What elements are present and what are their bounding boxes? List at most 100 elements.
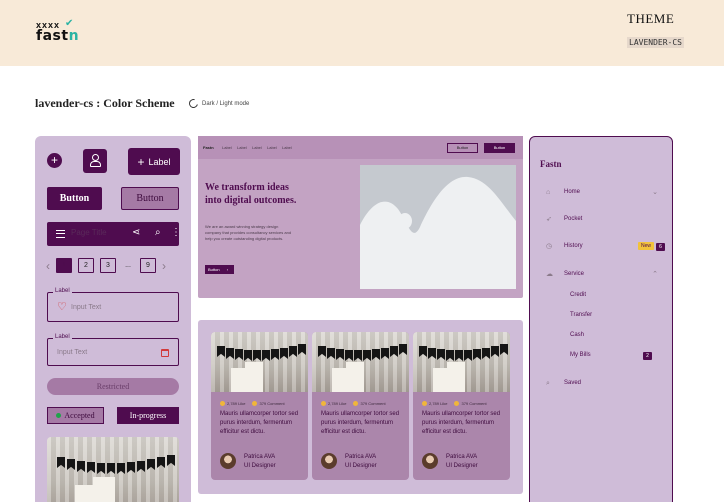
comment-icon[interactable] bbox=[353, 401, 359, 407]
sidebar-item-history[interactable]: ◷ History New 6 bbox=[546, 241, 665, 253]
like-icon[interactable] bbox=[422, 401, 427, 407]
secondary-button[interactable]: Button bbox=[121, 187, 179, 210]
card-text: Mauris ullamcorper tortor sed purus inte… bbox=[422, 411, 501, 435]
sidebar-subitem-label: Credit bbox=[570, 292, 587, 298]
like-icon[interactable] bbox=[321, 401, 326, 407]
theme-title: THEME bbox=[627, 11, 675, 26]
sidebar-item-pocket[interactable]: ➶ Pocket bbox=[546, 214, 658, 226]
sidebar-item-label: Home bbox=[564, 189, 581, 195]
accepted-chip[interactable]: Accepted bbox=[47, 407, 104, 424]
image-placeholder bbox=[360, 165, 516, 289]
card-photo bbox=[211, 332, 308, 392]
more-vert-icon[interactable]: ⋮ bbox=[171, 227, 181, 239]
clock-icon: ◷ bbox=[546, 243, 553, 250]
chevron-down-icon: ⌄ bbox=[652, 189, 658, 196]
page-9[interactable]: 9 bbox=[140, 258, 156, 273]
input-field-date[interactable]: Label Input Text bbox=[47, 334, 179, 366]
add-circle-button[interactable]: + bbox=[47, 153, 62, 168]
input-label: Label bbox=[53, 334, 72, 340]
card-author-name: Patrica AVA bbox=[446, 454, 478, 460]
input-label: Label bbox=[53, 288, 72, 294]
hero-navbar: Fastn Label Label Label Label Label Butt… bbox=[198, 136, 523, 159]
search-icon[interactable]: ⌕ bbox=[155, 227, 161, 239]
nav-link[interactable]: Label bbox=[267, 145, 277, 150]
cloud-icon: ☁ bbox=[546, 271, 553, 278]
profile-card[interactable]: 2,789 Like 379 Comment Mauris ullamcorpe… bbox=[312, 332, 409, 480]
nav-solid-button[interactable]: Button bbox=[484, 143, 515, 153]
hero-brand[interactable]: Fastn bbox=[203, 145, 214, 150]
restricted-button: Restricted bbox=[47, 378, 179, 395]
card-meta: 2,789 Like 379 Comment bbox=[321, 401, 386, 407]
toolbar-title: Page Title bbox=[71, 228, 107, 237]
card-author-name: Patrica AVA bbox=[244, 454, 276, 460]
hero-heading: We transform ideas into digital outcomes… bbox=[205, 182, 297, 206]
input-field-heart[interactable]: Label ♡ Input Text bbox=[47, 288, 179, 322]
card-photo bbox=[413, 332, 510, 392]
page-ellipsis: ... bbox=[125, 262, 131, 269]
fastn-logo[interactable]: xxxx ✔ fastn bbox=[36, 18, 82, 44]
color-scheme-title: lavender-cs : Color Scheme bbox=[35, 96, 175, 110]
sidebar-subitem-label: My Bills bbox=[570, 352, 591, 358]
heart-icon: ♡ bbox=[57, 301, 67, 313]
nav-link[interactable]: Label bbox=[222, 145, 232, 150]
card-meta: 2,789 Like 379 Comment bbox=[220, 401, 285, 407]
components-panel: + + Label Button Button Page Title ⋖ ⌕ ⋮… bbox=[35, 136, 191, 502]
top-header: xxxx ✔ fastn THEME LAVENDER-CS bbox=[0, 0, 724, 66]
sidebar-item-label: Saved bbox=[564, 380, 582, 386]
sidebar: Fastn ⌂ Home ⌄ ➶ Pocket ◷ History New 6 … bbox=[529, 136, 673, 502]
count-badge: 2 bbox=[643, 352, 652, 360]
nav-link[interactable]: Label bbox=[282, 145, 292, 150]
card-likes: 2,789 Like bbox=[227, 401, 246, 406]
sidebar-item-label: History bbox=[564, 243, 583, 249]
sidebar-subitem-my-bills[interactable]: My Bills 2 bbox=[570, 352, 654, 362]
count-badge: 6 bbox=[656, 243, 665, 251]
sidebar-item-home[interactable]: ⌂ Home ⌄ bbox=[546, 187, 658, 199]
in-progress-chip[interactable]: In-progress bbox=[117, 407, 179, 424]
page-3[interactable]: 3 bbox=[100, 258, 116, 273]
sidebar-subitem-credit[interactable]: Credit bbox=[570, 292, 654, 302]
comment-icon[interactable] bbox=[454, 401, 460, 407]
sidebar-subitem-transfer[interactable]: Transfer bbox=[570, 312, 654, 322]
primary-button[interactable]: Button bbox=[47, 187, 102, 210]
profile-card[interactable]: 2,789 Like 379 Comment Mauris ullamcorpe… bbox=[413, 332, 510, 480]
sidebar-subitem-label: Cash bbox=[570, 332, 585, 338]
avatar bbox=[422, 453, 438, 469]
card-meta: 2,789 Like 379 Comment bbox=[422, 401, 487, 407]
hero-cta-label: Button bbox=[208, 267, 220, 272]
accepted-chip-label: Accepted bbox=[64, 411, 95, 420]
mode-toggle-label: Dark / Light mode bbox=[202, 100, 250, 107]
moon-icon bbox=[187, 97, 200, 110]
nav-link[interactable]: Label bbox=[252, 145, 262, 150]
hero-cta-button[interactable]: Button › bbox=[205, 265, 234, 274]
hero-description: We are an award winning strategy design … bbox=[205, 224, 292, 241]
share-icon[interactable]: ⋖ bbox=[132, 227, 140, 239]
comment-icon[interactable] bbox=[252, 401, 258, 407]
page-2[interactable]: 2 bbox=[78, 258, 94, 273]
input-placeholder: Input Text bbox=[71, 304, 102, 311]
nav-outline-button[interactable]: Button bbox=[447, 143, 478, 153]
like-icon[interactable] bbox=[220, 401, 225, 407]
menu-icon[interactable] bbox=[56, 230, 65, 238]
profile-card[interactable]: 2,789 Like 379 Comment Mauris ullamcorpe… bbox=[211, 332, 308, 480]
page-1[interactable]: 1 bbox=[56, 258, 72, 273]
user-button[interactable] bbox=[83, 149, 107, 173]
app-toolbar: Page Title ⋖ ⌕ ⋮ bbox=[47, 222, 181, 246]
label-button-text: Label bbox=[148, 156, 171, 167]
sidebar-item-label: Service bbox=[564, 271, 585, 277]
card-photo bbox=[312, 332, 409, 392]
card-author-role: UI Designer bbox=[345, 463, 377, 469]
calendar-icon[interactable] bbox=[161, 349, 169, 357]
chevron-left-icon[interactable]: ‹ bbox=[46, 259, 50, 273]
card-text: Mauris ullamcorper tortor sed purus inte… bbox=[321, 411, 400, 435]
sidebar-subitem-cash[interactable]: Cash bbox=[570, 332, 654, 342]
sidebar-item-label: Pocket bbox=[564, 216, 583, 222]
mountain-image-icon bbox=[360, 165, 516, 289]
sidebar-item-service[interactable]: ☁ Service ⌃ bbox=[546, 269, 658, 281]
sidebar-item-saved[interactable]: ⌕ Saved bbox=[546, 378, 658, 390]
person-icon bbox=[90, 154, 101, 167]
nav-link[interactable]: Label bbox=[237, 145, 247, 150]
chevron-right-icon[interactable]: › bbox=[162, 259, 166, 273]
dark-light-mode-toggle[interactable]: Dark / Light mode bbox=[187, 97, 250, 110]
add-label-button[interactable]: + Label bbox=[128, 148, 180, 175]
card-author-role: UI Designer bbox=[446, 463, 478, 469]
